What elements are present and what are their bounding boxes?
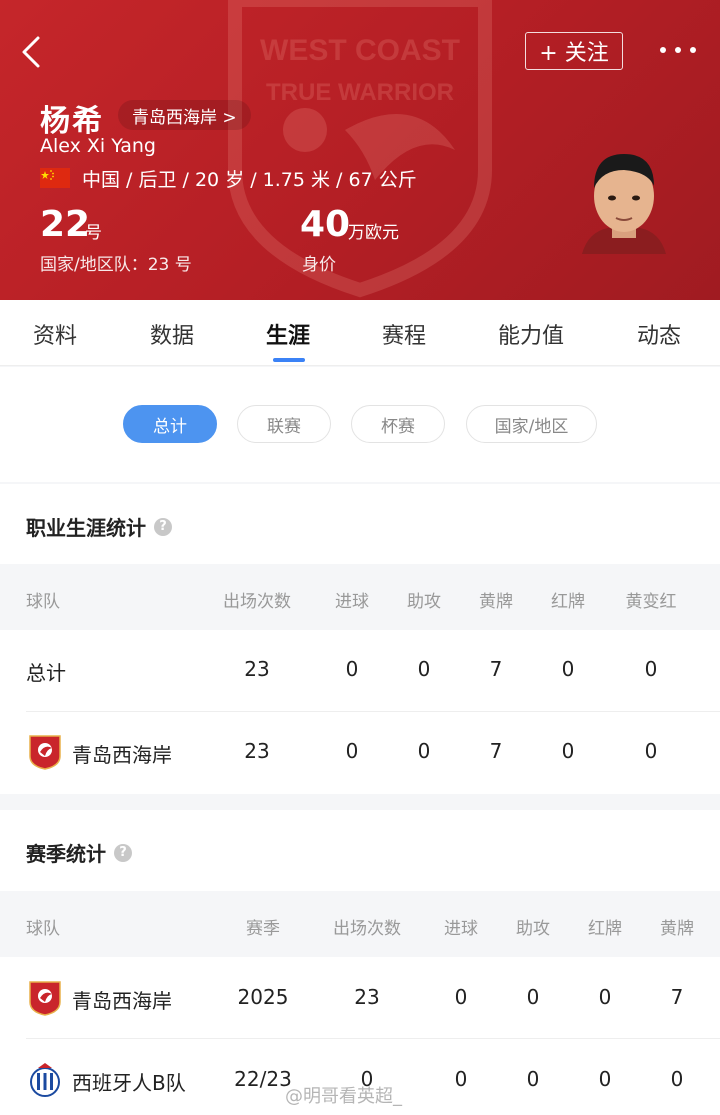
row-yellow: 7 xyxy=(489,657,503,681)
row-yellow: 7 xyxy=(670,985,684,1009)
qingdao-west-coast-logo-icon xyxy=(29,981,61,1016)
filter-cup[interactable]: 杯赛 xyxy=(351,405,445,443)
tab-career[interactable]: 生涯 xyxy=(266,318,310,350)
season-stats-section: 赛季统计 ? 球队 赛季 出场次数 进球 助攻 红牌 黄牌 青岛西海岸 2025… xyxy=(0,810,720,1115)
row-assists: 0 xyxy=(526,985,540,1009)
help-icon[interactable]: ? xyxy=(114,843,132,862)
espanyol-logo-icon xyxy=(30,1063,60,1097)
club-link[interactable]: 青岛西海岸 > xyxy=(118,100,251,130)
col-goals: 进球 xyxy=(444,919,478,939)
row-apps: 23 xyxy=(354,985,380,1009)
row-team: 总计 xyxy=(26,661,66,685)
tab-profile[interactable]: 资料 xyxy=(33,318,77,350)
china-flag-icon xyxy=(40,168,70,188)
player-career-page: WEST COAST TRUE WARRIOR + 关注 杨希 青岛西海岸 > … xyxy=(0,0,720,1115)
player-avatar xyxy=(582,154,666,254)
help-icon[interactable]: ? xyxy=(154,517,172,536)
career-stats-section: 职业生涯统计 ? 球队 出场次数 进球 助攻 黄牌 红牌 黄变红 总计 23 0… xyxy=(0,484,720,794)
row-goals: 0 xyxy=(345,739,359,763)
col-red: 红牌 xyxy=(551,592,585,612)
col-red: 红牌 xyxy=(588,919,622,939)
player-header: WEST COAST TRUE WARRIOR + 关注 杨希 青岛西海岸 > … xyxy=(0,0,720,300)
filter-bar: 总计 联赛 杯赛 国家/地区 xyxy=(0,367,720,482)
shirt-number: 22 xyxy=(40,204,91,245)
col-yellow-red: 黄变红 xyxy=(625,592,677,612)
row-divider xyxy=(26,711,720,712)
career-table-header: 球队 出场次数 进球 助攻 黄牌 红牌 黄变红 xyxy=(0,564,720,630)
svg-text:TRUE WARRIOR: TRUE WARRIOR xyxy=(266,79,454,106)
watermark-text: @明哥看英超_ xyxy=(285,1086,402,1107)
tab-ability[interactable]: 能力值 xyxy=(498,318,564,350)
col-yellow: 黄牌 xyxy=(660,919,694,939)
player-english-name: Alex Xi Yang xyxy=(40,135,156,157)
row-red: 0 xyxy=(598,1067,612,1091)
season-table-header: 球队 赛季 出场次数 进球 助攻 红牌 黄牌 xyxy=(0,891,720,957)
filter-league[interactable]: 联赛 xyxy=(237,405,331,443)
row-team: 青岛西海岸 xyxy=(72,989,172,1013)
col-team: 球队 xyxy=(26,592,60,612)
tab-news[interactable]: 动态 xyxy=(637,318,681,350)
row-goals: 0 xyxy=(454,985,468,1009)
qingdao-west-coast-logo-icon xyxy=(29,735,61,770)
national-team-number: 国家/地区队：23 号 xyxy=(40,255,192,275)
row-yellow: 0 xyxy=(670,1067,684,1091)
row-assists: 0 xyxy=(417,657,431,681)
row-goals: 0 xyxy=(454,1067,468,1091)
col-assists: 助攻 xyxy=(516,919,550,939)
col-apps: 出场次数 xyxy=(223,592,291,612)
row-season: 22/23 xyxy=(234,1067,292,1091)
col-yellow: 黄牌 xyxy=(479,592,513,612)
row-red: 0 xyxy=(561,657,575,681)
career-stats-title: 职业生涯统计 ? xyxy=(26,512,172,541)
shirt-number-unit: 号 xyxy=(85,223,102,243)
row-red: 0 xyxy=(561,739,575,763)
filter-total[interactable]: 总计 xyxy=(123,405,217,443)
market-value-label: 身价 xyxy=(302,255,336,275)
more-dots-icon[interactable] xyxy=(660,38,696,62)
player-name: 杨希 xyxy=(40,104,104,139)
season-stats-title: 赛季统计 ? xyxy=(26,838,132,867)
active-tab-indicator xyxy=(273,358,305,362)
col-apps: 出场次数 xyxy=(333,919,401,939)
col-assists: 助攻 xyxy=(407,592,441,612)
row-apps: 23 xyxy=(244,739,270,763)
tab-schedule[interactable]: 赛程 xyxy=(382,318,426,350)
row-yellow: 7 xyxy=(489,739,503,763)
market-value: 40 xyxy=(300,204,351,245)
svg-text:WEST COAST: WEST COAST xyxy=(260,34,460,67)
tab-bar: 资料 数据 生涯 赛程 能力值 动态 xyxy=(0,300,720,366)
row-team: 青岛西海岸 xyxy=(72,743,172,767)
col-goals: 进球 xyxy=(335,592,369,612)
row-season: 2025 xyxy=(237,985,289,1009)
col-season: 赛季 xyxy=(246,919,280,939)
filter-national[interactable]: 国家/地区 xyxy=(466,405,597,443)
row-team: 西班牙人B队 xyxy=(72,1071,186,1095)
row-apps: 23 xyxy=(244,657,270,681)
row-divider xyxy=(26,1038,720,1039)
back-chevron-icon[interactable] xyxy=(18,34,48,70)
row-red: 0 xyxy=(598,985,612,1009)
row-assists: 0 xyxy=(417,739,431,763)
row-yellow-red: 0 xyxy=(644,657,658,681)
market-value-unit: 万欧元 xyxy=(348,223,399,243)
row-goals: 0 xyxy=(345,657,359,681)
tab-data[interactable]: 数据 xyxy=(150,318,194,350)
club-crest-watermark-icon: WEST COAST TRUE WARRIOR xyxy=(228,0,492,298)
row-yellow-red: 0 xyxy=(644,739,658,763)
player-bio: 中国 / 后卫 / 20 岁 / 1.75 米 / 67 公斤 xyxy=(82,169,417,191)
row-assists: 0 xyxy=(526,1067,540,1091)
follow-button[interactable]: + 关注 xyxy=(525,32,623,70)
col-team: 球队 xyxy=(26,919,60,939)
